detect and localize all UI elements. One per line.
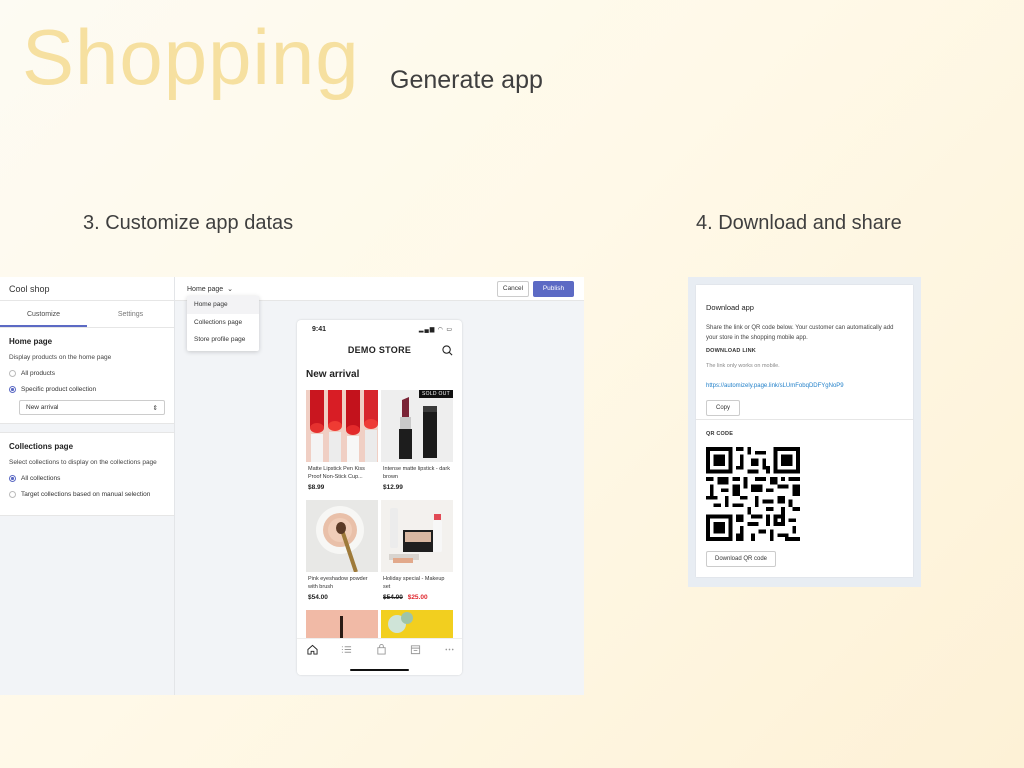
more-icon[interactable] xyxy=(444,644,455,655)
collections-page-description: Select collections to display on the col… xyxy=(9,459,157,466)
phone-bottom-nav xyxy=(297,638,462,675)
product-image-red-lipsticks xyxy=(306,390,378,462)
radio-button-selected[interactable] xyxy=(9,386,16,393)
hero-title: Shopping xyxy=(22,13,360,101)
download-link[interactable]: https://automizely.page.link/sLUmFobqDDF… xyxy=(706,383,844,389)
product-card[interactable]: Holiday special - Makeup set $54.00 $25.… xyxy=(381,500,453,601)
page-select-value: Home page xyxy=(187,286,224,293)
download-app-description: Share the link or QR code below. Your cu… xyxy=(706,325,894,341)
download-link-help: The link only works on mobile. xyxy=(706,363,780,369)
store-name: DEMO STORE xyxy=(347,345,412,355)
cancel-button[interactable]: Cancel xyxy=(497,281,529,297)
radio-label: All products xyxy=(21,370,55,377)
hero-subtitle: Generate app xyxy=(390,66,543,94)
radio-all-collections[interactable]: All collections xyxy=(9,475,165,482)
radio-label: All collections xyxy=(21,475,61,482)
list-icon[interactable] xyxy=(341,644,352,655)
search-icon[interactable] xyxy=(442,345,453,356)
radio-button[interactable] xyxy=(9,491,16,498)
editor-sidebar: Cool shop Customize Settings Home page D… xyxy=(0,277,175,695)
collection-select[interactable]: New arrival ⇕ xyxy=(19,400,165,415)
product-image-makeup-set xyxy=(381,500,453,572)
product-price: $54.00 xyxy=(308,594,328,601)
sold-out-badge: SOLD OUT xyxy=(419,390,453,398)
collections-page-title: Collections page xyxy=(9,442,74,451)
radio-all-products[interactable]: All products xyxy=(9,370,165,377)
product-price-group: $54.00 $25.00 xyxy=(381,594,453,601)
product-image-flowers-yellow xyxy=(381,610,453,640)
status-time: 9:41 xyxy=(312,325,327,333)
select-arrows-icon: ⇕ xyxy=(152,404,158,412)
radio-label: Target collections based on manual selec… xyxy=(21,491,151,498)
step-download-title: 4. Download and share xyxy=(696,212,902,234)
divider xyxy=(696,419,913,420)
app-editor: Cool shop Customize Settings Home page D… xyxy=(0,277,584,695)
tab-customize[interactable]: Customize xyxy=(0,301,87,327)
copy-button[interactable]: Copy xyxy=(706,400,740,416)
product-price: $8.99 xyxy=(308,484,325,491)
shop-name: Cool shop xyxy=(0,277,174,301)
tab-settings[interactable]: Settings xyxy=(87,301,174,327)
phone-preview: 9:41 ▂▄▆ ◠ ▭ DEMO STORE New arrival Matt… xyxy=(297,320,462,675)
home-page-title: Home page xyxy=(9,337,53,346)
collection-select-value: New arrival xyxy=(26,404,59,411)
qr-code-label: QR CODE xyxy=(706,431,734,437)
phone-status-bar: 9:41 ▂▄▆ ◠ ▭ xyxy=(297,320,462,338)
download-panel-frame: Download app Share the link or QR code b… xyxy=(688,277,921,587)
product-old-price: $54.00 xyxy=(383,594,403,601)
bag-icon[interactable] xyxy=(376,644,387,655)
radio-button[interactable] xyxy=(9,370,16,377)
collections-page-card: Collections page Select collections to d… xyxy=(0,432,174,516)
download-link-label: DOWNLOAD LINK xyxy=(706,348,756,354)
product-name: Intense matte lipstick - dark brown xyxy=(383,466,450,480)
page-dropdown-menu: Home page Collections page Store profile… xyxy=(187,296,259,351)
radio-button-selected[interactable] xyxy=(9,475,16,482)
product-image-mascara-peach xyxy=(306,610,378,640)
product-card[interactable]: SOLD OUT Intense matte lipstick - dark b… xyxy=(381,390,453,491)
product-sale-price: $25.00 xyxy=(407,594,428,601)
store-icon[interactable] xyxy=(410,644,421,655)
product-name: Pink eyeshadow powder with brush xyxy=(308,576,368,590)
step-customize-title: 3. Customize app datas xyxy=(83,212,294,234)
download-app-card: Download app Share the link or QR code b… xyxy=(696,285,913,577)
signal-battery-icon: ▂▄▆ ◠ ▭ xyxy=(418,326,453,333)
home-indicator xyxy=(350,669,409,671)
product-card[interactable]: Matte Lipstick Pen Kiss Proof Non-Stick … xyxy=(306,390,378,491)
product-card[interactable]: Pink eyeshadow powder with brush $54.00 xyxy=(306,500,378,601)
dropdown-item-store-profile-page[interactable]: Store profile page xyxy=(187,331,259,349)
home-page-card: Home page Display products on the home p… xyxy=(0,328,174,424)
dropdown-item-home-page[interactable]: Home page xyxy=(187,296,259,314)
product-price: $12.99 xyxy=(383,484,403,491)
download-qr-code-button[interactable]: Download QR code xyxy=(706,551,776,567)
sidebar-tabs: Customize Settings xyxy=(0,301,174,328)
radio-label: Specific product collection xyxy=(21,386,97,393)
product-name: Holiday special - Makeup set xyxy=(383,576,445,590)
product-image-eyeshadow-brush xyxy=(306,500,378,572)
radio-specific-collection[interactable]: Specific product collection xyxy=(9,386,165,393)
chevron-down-icon: ⌄ xyxy=(227,286,234,293)
page-select[interactable]: Home page ⌄ xyxy=(187,285,233,293)
product-name: Matte Lipstick Pen Kiss Proof Non-Stick … xyxy=(308,466,365,480)
product-card[interactable] xyxy=(306,610,378,640)
home-icon[interactable] xyxy=(307,644,318,655)
dropdown-item-collections-page[interactable]: Collections page xyxy=(187,314,259,332)
radio-target-collections[interactable]: Target collections based on manual selec… xyxy=(9,491,165,498)
section-title: New arrival xyxy=(306,369,360,380)
store-header: DEMO STORE xyxy=(297,338,462,363)
home-page-description: Display products on the home page xyxy=(9,354,112,361)
qr-code-image xyxy=(706,447,800,541)
download-app-title: Download app xyxy=(706,303,754,312)
publish-button[interactable]: Publish xyxy=(533,281,574,297)
product-image-lipstick-tube: SOLD OUT xyxy=(381,390,453,462)
product-card[interactable] xyxy=(381,610,453,640)
